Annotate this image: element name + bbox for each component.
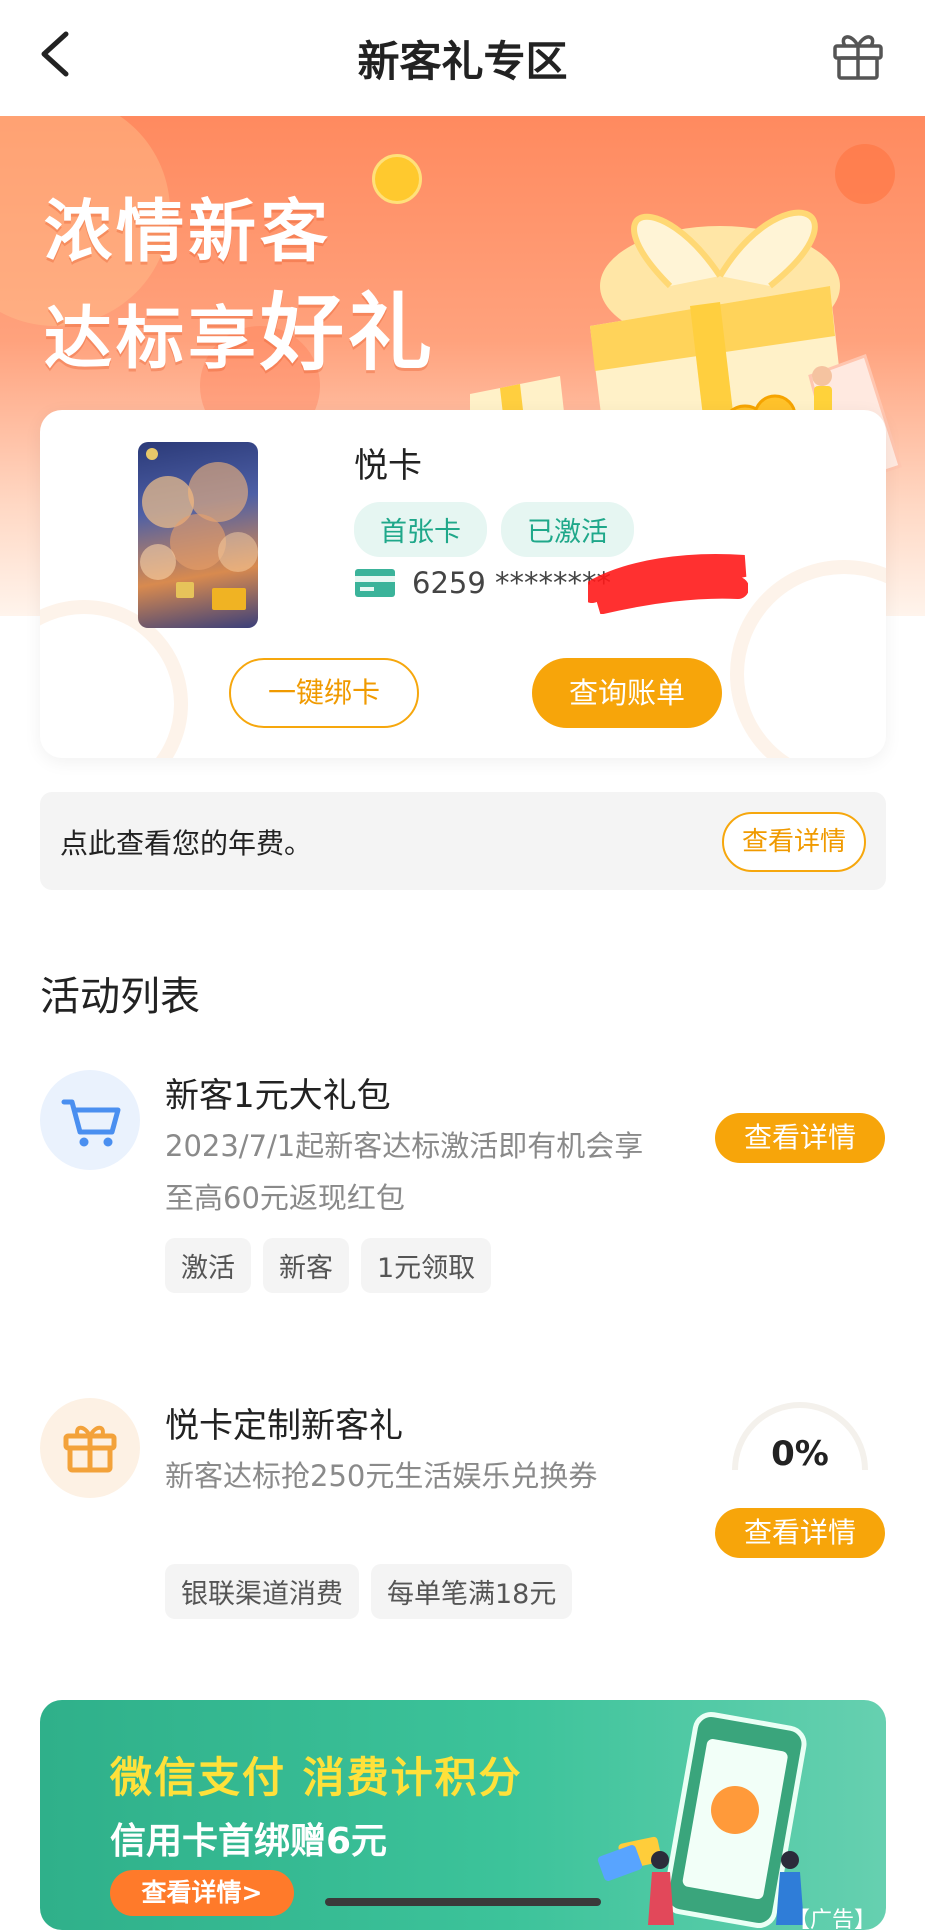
activity-details-button[interactable]: 查看详情 bbox=[715, 1508, 885, 1558]
cart-icon bbox=[61, 1099, 121, 1147]
activity-tags: 银联渠道消费 每单笔满18元 bbox=[165, 1564, 573, 1619]
fee-details-button[interactable]: 查看详情 bbox=[722, 812, 866, 872]
wechat-pay-promo-banner[interactable]: 微信支付 消费计积分 信用卡首绑赠6元 查看详情> 【广告】 bbox=[40, 1700, 886, 1930]
coin-icon bbox=[372, 154, 422, 204]
activity-tags: 激活 新客 1元领取 bbox=[165, 1238, 492, 1293]
ad-label: 【广告】 bbox=[787, 1908, 876, 1930]
top-bar: 新客礼专区 bbox=[0, 0, 925, 116]
activity-details-button[interactable]: 查看详情 bbox=[715, 1113, 885, 1163]
activity-tag: 银联渠道消费 bbox=[165, 1564, 359, 1619]
card-name: 悦卡 bbox=[354, 446, 422, 486]
page-title: 新客礼专区 bbox=[357, 37, 568, 86]
promo-subline: 信用卡首绑赠6元 bbox=[110, 1821, 388, 1862]
activity-description: 2023/7/1起新客达标激活即有机会享至高60元返现红包 bbox=[165, 1129, 644, 1215]
bank-card-icon bbox=[355, 569, 395, 597]
card-tag: 首张卡 bbox=[354, 502, 487, 557]
card-tag: 已激活 bbox=[501, 502, 634, 557]
banner-headline-1: 浓情新客 bbox=[44, 193, 333, 272]
progress-percent: 0% bbox=[771, 1434, 829, 1474]
banner-headline-prefix: 达标享 bbox=[44, 300, 261, 379]
card-art bbox=[140, 448, 258, 610]
annual-fee-text: 点此查看您的年费。 bbox=[60, 827, 313, 860]
card-tags: 首张卡 已激活 bbox=[354, 502, 634, 557]
activity-list-title: 活动列表 bbox=[40, 974, 200, 1020]
activity-description: 新客达标抢250元生活娱乐兑换券 bbox=[165, 1459, 598, 1493]
activity-tag: 每单笔满18元 bbox=[371, 1564, 573, 1619]
redaction-mark bbox=[588, 554, 748, 614]
banner-headline-2: 达标享好礼 bbox=[44, 266, 436, 387]
promo-details-button[interactable]: 查看详情> bbox=[110, 1870, 294, 1916]
activity-tag: 激活 bbox=[165, 1238, 251, 1293]
banner-headline-emphasis: 好礼 bbox=[260, 284, 437, 382]
activity-tag: 新客 bbox=[263, 1238, 349, 1293]
activity-tag: 1元领取 bbox=[361, 1238, 492, 1293]
activity-icon-circle bbox=[40, 1070, 140, 1170]
phone-illustration bbox=[597, 1712, 807, 1928]
credit-card-image bbox=[138, 442, 258, 628]
annual-fee-strip[interactable]: 点此查看您的年费。 查看详情 bbox=[40, 792, 886, 890]
query-bill-button[interactable]: 查询账单 bbox=[532, 658, 722, 728]
card-number-row: 6259 ******** bbox=[354, 566, 611, 600]
promo-headline: 微信支付 消费计积分 bbox=[110, 1753, 523, 1802]
bind-card-button[interactable]: 一键绑卡 bbox=[229, 658, 419, 728]
home-indicator[interactable] bbox=[325, 1898, 601, 1906]
activity-title: 新客1元大礼包 bbox=[165, 1076, 391, 1116]
card-number: 6259 ******** bbox=[412, 566, 612, 600]
card-panel: 悦卡 首张卡 已激活 6259 ******** 一键绑卡 查询账单 bbox=[40, 410, 886, 758]
gift-icon bbox=[833, 35, 883, 80]
decor-ring bbox=[730, 560, 886, 758]
gift-button[interactable] bbox=[831, 28, 885, 82]
activity-title: 悦卡定制新客礼 bbox=[165, 1406, 403, 1446]
activity-icon-circle bbox=[40, 1398, 140, 1498]
gift-icon bbox=[63, 1425, 117, 1473]
